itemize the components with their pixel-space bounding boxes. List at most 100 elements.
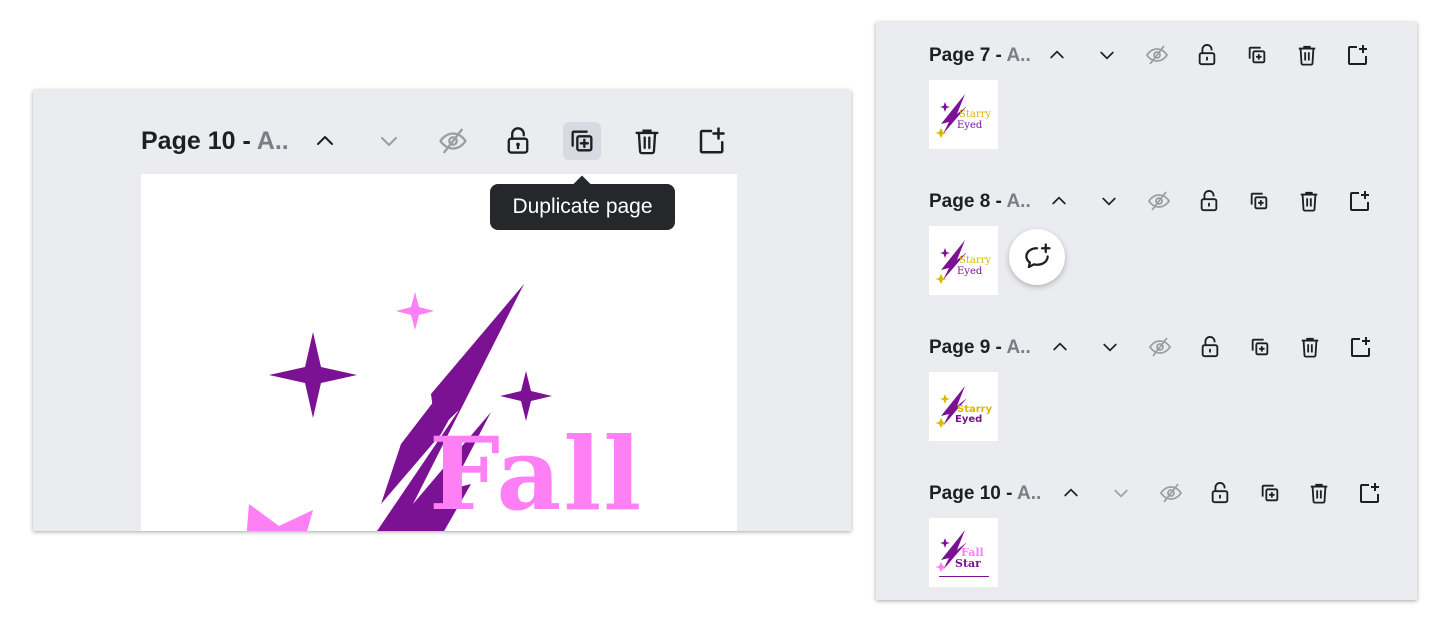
unlock-icon	[1198, 44, 1216, 66]
chevron-down-icon	[1100, 51, 1114, 60]
hide-page-button[interactable]	[1156, 478, 1186, 508]
add-page-button[interactable]	[692, 122, 730, 160]
page-title[interactable]: Page 8 - A..	[929, 191, 1031, 213]
page-thumbnail[interactable]: Starry Eyed	[929, 80, 998, 149]
duplicate-page-icon	[1248, 46, 1266, 64]
chevron-up-icon	[1050, 50, 1064, 59]
move-page-down-button[interactable]	[1092, 40, 1122, 70]
lock-page-button[interactable]	[1195, 332, 1225, 362]
duplicate-page-button[interactable]	[1245, 332, 1275, 362]
chevron-up-icon	[1053, 342, 1067, 351]
delete-page-button[interactable]	[1292, 40, 1322, 70]
hide-page-button[interactable]	[1144, 186, 1174, 216]
page-name-label: A..	[1006, 191, 1031, 212]
duplicate-page-button[interactable]	[1255, 478, 1285, 508]
chevron-down-icon	[1114, 489, 1128, 498]
lock-page-button[interactable]	[1205, 478, 1235, 508]
move-page-down-button[interactable]	[1094, 186, 1124, 216]
thumb-line-2: Star	[955, 557, 981, 570]
chevron-down-icon	[1103, 343, 1117, 352]
add-page-icon	[699, 127, 725, 154]
move-page-up-button[interactable]	[1044, 186, 1074, 216]
page-title[interactable]: Page 10 - A..	[141, 127, 289, 156]
duplicate-page-button[interactable]	[1242, 40, 1272, 70]
thumb-line-2: Eyed	[957, 120, 983, 131]
add-comment-icon	[1025, 243, 1051, 269]
move-page-down-button[interactable]	[1106, 478, 1136, 508]
move-page-down-button[interactable]	[1095, 332, 1125, 362]
trash-icon	[1298, 45, 1316, 66]
chevron-up-icon	[1052, 196, 1066, 205]
page-name-label: A..	[256, 127, 289, 155]
hide-page-button[interactable]	[1145, 332, 1175, 362]
eye-slash-icon	[1159, 483, 1183, 503]
canvas-heading: Fall	[429, 415, 644, 531]
duplicate-page-tooltip: Duplicate page	[490, 184, 675, 230]
thumb-line-2: Eyed	[957, 266, 983, 277]
delete-page-button[interactable]	[1294, 186, 1324, 216]
add-page-icon	[1351, 337, 1370, 357]
page-name-label: A..	[1017, 483, 1042, 504]
thumb-line-1: Starry	[959, 109, 992, 120]
unlock-icon	[507, 127, 529, 154]
eye-slash-icon	[1145, 45, 1169, 65]
move-page-up-button[interactable]	[1056, 478, 1086, 508]
page-title[interactable]: Page 10 - A..	[929, 483, 1041, 505]
page-name-label: A..	[1006, 337, 1031, 358]
page-title[interactable]: Page 9 - A..	[929, 337, 1031, 359]
add-page-icon	[1350, 191, 1369, 211]
page-number-label: Page 7 -	[929, 45, 1007, 66]
hide-page-button[interactable]	[434, 122, 472, 160]
unlock-icon	[1201, 336, 1219, 358]
page-title[interactable]: Page 7 - A..	[929, 45, 1031, 67]
thumb-line-2: Eyed	[955, 414, 983, 425]
duplicate-page-icon	[1251, 338, 1269, 356]
unlock-icon	[1211, 482, 1229, 504]
chevron-down-icon	[381, 137, 397, 146]
page-list-panel: Page 7 - A.. Starry Eyed Page 8 - A.. St…	[876, 22, 1417, 600]
eye-slash-icon	[1148, 337, 1172, 357]
duplicate-page-icon	[571, 130, 593, 152]
move-page-down-button[interactable]	[370, 122, 408, 160]
duplicate-page-button[interactable]	[1244, 186, 1274, 216]
add-page-button[interactable]	[1345, 332, 1375, 362]
page-name-label: A..	[1006, 45, 1031, 66]
add-page-button[interactable]	[1354, 478, 1384, 508]
chevron-up-icon	[1064, 488, 1078, 497]
page-thumbnail[interactable]: Starry Eyed	[929, 226, 998, 295]
move-page-up-button[interactable]	[1045, 332, 1075, 362]
page-number-label: Page 8 -	[929, 191, 1007, 212]
add-comment-button[interactable]	[1009, 229, 1065, 285]
page-thumbnail[interactable]: Fall Star	[929, 518, 998, 587]
page-number-label: Page 10 -	[141, 127, 257, 155]
chevron-down-icon	[1102, 197, 1116, 206]
page-number-label: Page 10 -	[929, 483, 1018, 504]
add-page-icon	[1360, 483, 1379, 503]
hide-page-button[interactable]	[1142, 40, 1172, 70]
delete-page-button[interactable]	[628, 122, 666, 160]
add-page-icon	[1348, 45, 1367, 65]
chevron-up-icon	[317, 136, 333, 145]
trash-icon	[1310, 483, 1328, 504]
lock-page-button[interactable]	[1194, 186, 1224, 216]
add-page-button[interactable]	[1342, 40, 1372, 70]
trash-icon	[1300, 191, 1318, 212]
duplicate-page-icon	[1261, 484, 1279, 502]
trash-icon	[1301, 337, 1319, 358]
page-thumbnail[interactable]: Starry Eyed	[929, 372, 998, 441]
unlock-icon	[1200, 190, 1218, 212]
move-page-up-button[interactable]	[1042, 40, 1072, 70]
thumb-line-1: Starry	[959, 255, 992, 266]
move-page-up-button[interactable]	[306, 122, 344, 160]
duplicate-page-button[interactable]	[563, 122, 601, 160]
delete-page-button[interactable]	[1295, 332, 1325, 362]
add-page-button[interactable]	[1344, 186, 1374, 216]
lock-page-button[interactable]	[499, 122, 537, 160]
duplicate-page-icon	[1250, 192, 1268, 210]
eye-slash-icon	[1147, 191, 1171, 211]
page-editor-view: Page 10 - A.. Fall Duplicate page	[33, 90, 851, 531]
trash-icon	[635, 129, 659, 155]
delete-page-button[interactable]	[1304, 478, 1334, 508]
lock-page-button[interactable]	[1192, 40, 1222, 70]
page-number-label: Page 9 -	[929, 337, 1007, 358]
